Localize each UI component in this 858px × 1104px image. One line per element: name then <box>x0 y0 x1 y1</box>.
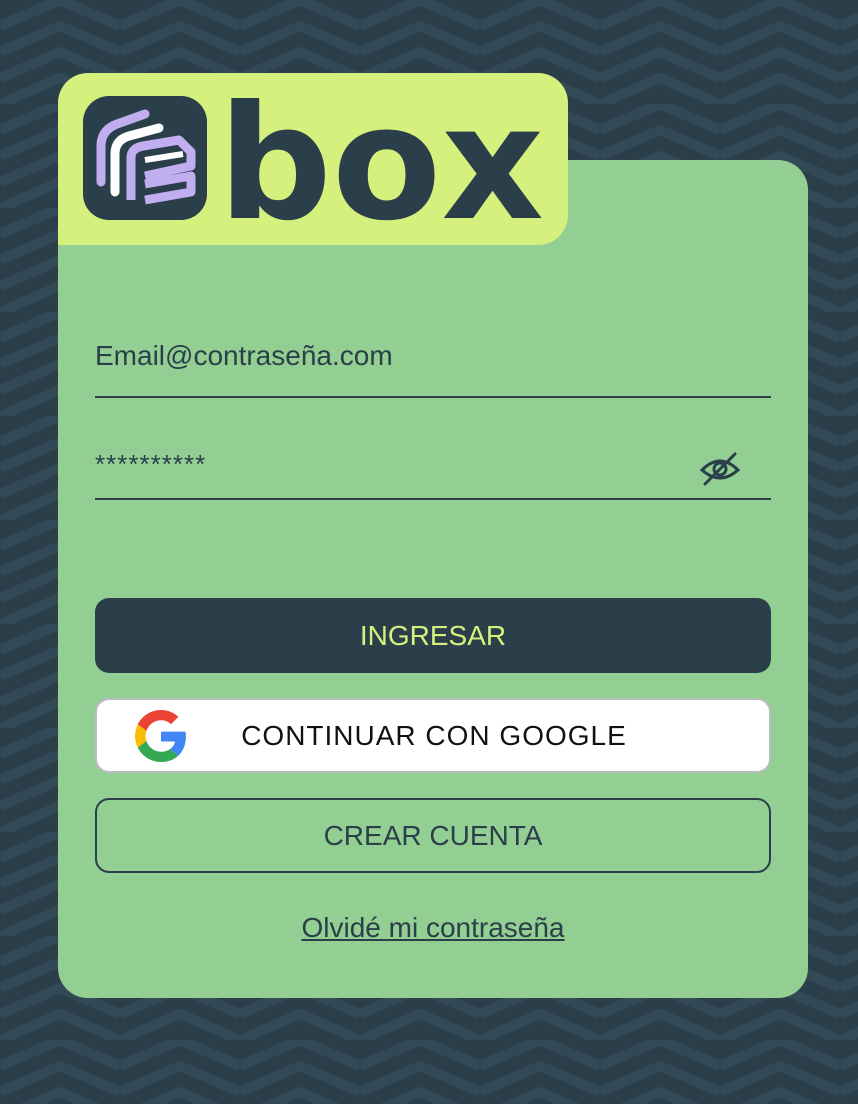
google-icon <box>135 710 186 762</box>
login-button-label: INGRESAR <box>359 619 507 651</box>
login-button[interactable]: INGRESAR <box>95 598 771 673</box>
box-logo-icon <box>83 96 207 220</box>
forgot-password-link[interactable]: Olvidé mi contraseña <box>95 912 771 944</box>
google-signin-button[interactable]: CONTINUAR CON GOOGLE <box>95 698 771 773</box>
eye-slash-icon[interactable] <box>699 450 741 486</box>
password-input[interactable] <box>95 438 675 490</box>
box-logo-wordmark: box <box>218 96 544 224</box>
email-field <box>95 330 771 398</box>
google-button-label: CONTINUAR CON GOOGLE <box>241 719 627 751</box>
logo-text: box <box>218 96 544 224</box>
password-field <box>95 438 771 500</box>
create-account-label: CREAR CUENTA <box>323 819 543 851</box>
create-account-button[interactable]: CREAR CUENTA <box>95 798 771 873</box>
email-input[interactable] <box>95 330 771 382</box>
